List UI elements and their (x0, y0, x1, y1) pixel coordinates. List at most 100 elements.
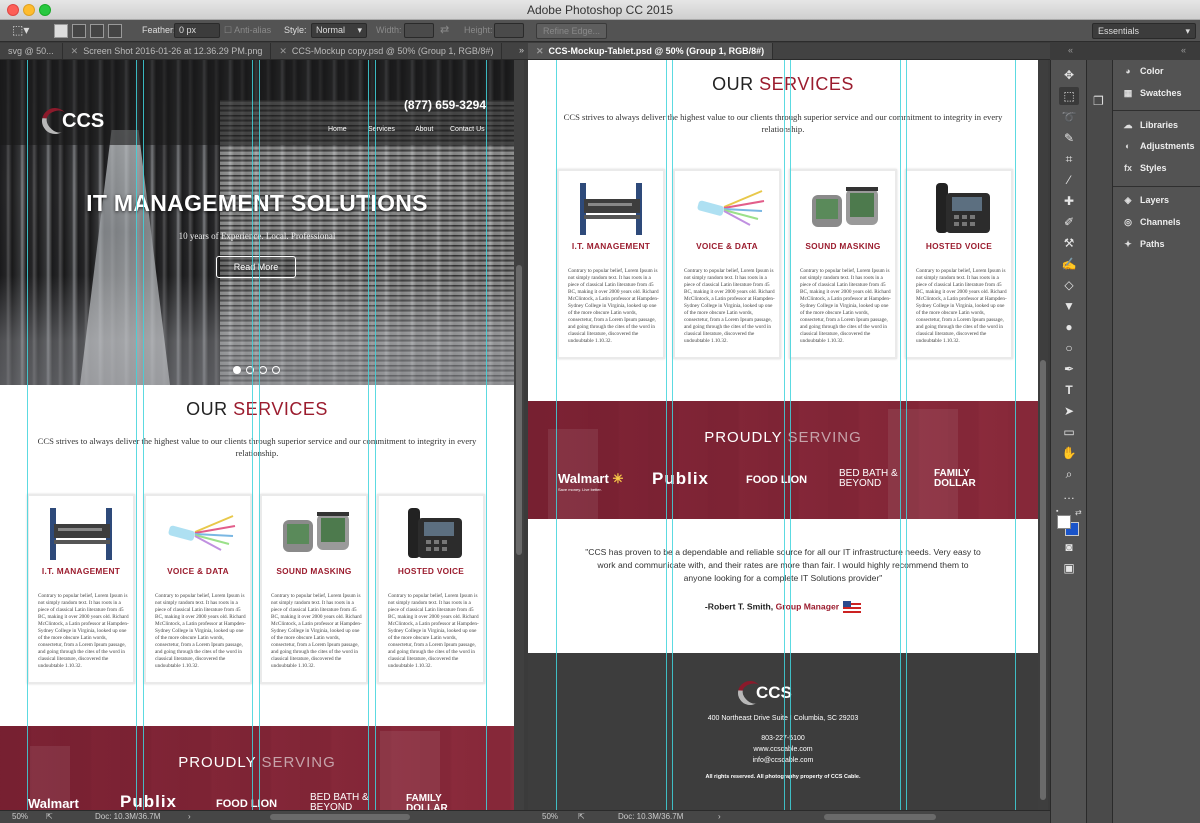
refine-edge-button[interactable]: Refine Edge... (536, 23, 608, 39)
style-select[interactable]: Normal ▾ (311, 23, 367, 38)
nav-services[interactable]: Services (368, 126, 395, 133)
toolbar-collapse[interactable]: « (1050, 43, 1086, 60)
nav-contact[interactable]: Contact Us (450, 126, 485, 133)
history-panel-icon[interactable]: ❐ (1093, 94, 1104, 108)
quick-select-tool-icon[interactable]: ✎ (1059, 129, 1079, 147)
status-menu-arrow-icon[interactable]: › (718, 812, 721, 821)
marquee-tool-icon[interactable]: ⬚ (1059, 87, 1079, 105)
left-document-canvas[interactable]: CCS (877) 659-3294 Home Services About C… (0, 60, 514, 810)
card-text: Contrary to popular belief, Lorem Ipsum … (800, 268, 891, 344)
panel-adjustments[interactable]: ◐ Adjustments (1121, 141, 1194, 159)
blur-tool-icon[interactable]: ● (1059, 318, 1079, 336)
hand-tool-icon[interactable]: ✋ (1059, 444, 1079, 462)
zoom-level[interactable]: 50% (12, 812, 28, 821)
panel-color[interactable]: ◕ Color (1121, 66, 1163, 84)
workspace-select[interactable]: Essentials ▾ (1092, 23, 1196, 39)
right-scrollbar[interactable] (1038, 60, 1048, 810)
antialias-checkbox[interactable]: ☐ Anti-alias (224, 25, 271, 36)
more-tools-icon[interactable]: … (1059, 486, 1079, 504)
footer-website[interactable]: www.ccscable.com (528, 746, 1038, 753)
swap-colors-icon[interactable]: ⇄ (1075, 508, 1082, 517)
width-input[interactable] (404, 23, 434, 38)
read-more-button[interactable]: Read More (216, 256, 296, 278)
tab-mockup-tablet[interactable]: ✕ CCS-Mockup-Tablet.psd @ 50% (Group 1, R… (528, 43, 774, 59)
zoom-level[interactable]: 50% (542, 812, 558, 821)
carousel-dot[interactable] (233, 366, 241, 374)
move-tool-icon[interactable]: ✥ (1059, 66, 1079, 84)
doc-size[interactable]: Doc: 10.3M/36.7M (95, 812, 160, 821)
close-icon[interactable]: ✕ (536, 46, 544, 56)
panel-layers[interactable]: ◈ Layers (1121, 195, 1170, 213)
site-phone[interactable]: (877) 659-3294 (404, 98, 486, 112)
scroll-thumb[interactable] (1040, 360, 1046, 800)
screen-mode-icon[interactable]: ▣ (1059, 559, 1079, 577)
quick-mask-icon[interactable]: ◙ (1059, 538, 1079, 556)
service-card-sound[interactable]: SOUND MASKING Contrary to popular belief… (789, 169, 897, 359)
rectangle-tool-icon[interactable]: ▭ (1059, 423, 1079, 441)
service-card-hosted[interactable]: HOSTED VOICE Contrary to popular belief,… (377, 494, 485, 684)
panel-libraries[interactable]: ☁ Libraries (1121, 120, 1179, 138)
collapse-icon[interactable]: « (1068, 45, 1073, 55)
healing-tool-icon[interactable]: ✚ (1059, 192, 1079, 210)
share-icon[interactable]: ⇱ (578, 812, 585, 821)
carousel-dot[interactable] (272, 366, 280, 374)
height-input[interactable] (494, 23, 524, 38)
panel-swatches[interactable]: ▦ Swatches (1121, 88, 1182, 106)
footer-email[interactable]: info@ccscable.com (528, 757, 1038, 764)
service-card-voice-data[interactable]: VOICE & DATA Contrary to popular belief,… (673, 169, 781, 359)
doc-size[interactable]: Doc: 10.3M/36.7M (618, 812, 683, 821)
panel-paths[interactable]: ✦ Paths (1121, 239, 1164, 257)
close-icon[interactable]: ✕ (71, 46, 79, 56)
serving-b: SERVING (787, 429, 862, 446)
close-icon[interactable]: ✕ (279, 46, 287, 56)
scroll-thumb[interactable] (516, 265, 522, 555)
paint-bucket-tool-icon[interactable]: ▼ (1059, 297, 1079, 315)
history-brush-tool-icon[interactable]: ✍ (1059, 255, 1079, 273)
new-selection-icon[interactable] (54, 24, 68, 38)
eraser-tool-icon[interactable]: ◇ (1059, 276, 1079, 294)
path-select-tool-icon[interactable]: ➤ (1059, 402, 1079, 420)
site-logo[interactable]: CCS (36, 102, 104, 140)
tab-overflow-icon[interactable]: » (519, 45, 524, 55)
collapse-icon[interactable]: « (1181, 45, 1186, 55)
pen-tool-icon[interactable]: ✒ (1059, 360, 1079, 378)
left-scrollbar[interactable] (514, 60, 524, 810)
subtract-selection-icon[interactable] (90, 24, 104, 38)
service-card-hosted[interactable]: HOSTED VOICE Contrary to popular belief,… (905, 169, 1013, 359)
service-card-it[interactable]: I.T. MANAGEMENT Contrary to popular beli… (27, 494, 135, 684)
intersect-selection-icon[interactable] (108, 24, 122, 38)
tab-screenshot[interactable]: ✕ Screen Shot 2016-01-26 at 12.36.29 PM.p… (63, 43, 272, 59)
dodge-tool-icon[interactable]: ○ (1059, 339, 1079, 357)
lasso-tool-icon[interactable]: ➰ (1059, 108, 1079, 126)
horizontal-scroll-thumb[interactable] (824, 814, 936, 820)
carousel-dot[interactable] (259, 366, 267, 374)
swap-icon[interactable]: ⇄ (440, 23, 449, 36)
foreground-color-swatch[interactable] (1057, 515, 1071, 529)
card-text: Contrary to popular belief, Lorem Ipsum … (684, 268, 775, 344)
right-document-canvas[interactable]: OUR SERVICES CCS strives to always deliv… (528, 60, 1038, 810)
footer-phone[interactable]: 803-227-5100 (528, 735, 1038, 742)
service-card-voice-data[interactable]: VOICE & DATA Contrary to popular belief,… (144, 494, 252, 684)
zoom-tool-icon[interactable]: ⌕ (1059, 465, 1079, 483)
service-card-sound[interactable]: SOUND MASKING Contrary to popular belief… (260, 494, 368, 684)
crop-tool-icon[interactable]: ⌗ (1059, 150, 1079, 168)
panel-styles[interactable]: fx Styles (1121, 163, 1167, 181)
nav-about[interactable]: About (415, 126, 433, 133)
tab-mockup-copy[interactable]: ✕ CCS-Mockup copy.psd @ 50% (Group 1, RGB… (271, 43, 503, 59)
panel-channels[interactable]: ◎ Channels (1121, 217, 1180, 235)
stamp-tool-icon[interactable]: ⚒ (1059, 234, 1079, 252)
carousel-dot[interactable] (246, 366, 254, 374)
service-card-it[interactable]: I.T. MANAGEMENT Contrary to popular beli… (557, 169, 665, 359)
horizontal-scroll-thumb[interactable] (270, 814, 410, 820)
brush-tool-icon[interactable]: ✐ (1059, 213, 1079, 231)
add-selection-icon[interactable] (72, 24, 86, 38)
status-menu-arrow-icon[interactable]: › (188, 812, 191, 821)
dock-collapse[interactable]: « (1086, 43, 1200, 60)
share-icon[interactable]: ⇱ (46, 812, 53, 821)
eyedropper-tool-icon[interactable]: ⁄ (1059, 171, 1079, 189)
type-tool-icon[interactable]: T (1059, 381, 1079, 399)
nav-home[interactable]: Home (328, 126, 347, 133)
marquee-preset-icon[interactable]: ⬚▾ (12, 23, 29, 37)
feather-input[interactable]: 0 px (174, 23, 220, 38)
tab-svg[interactable]: svg @ 50... (0, 43, 63, 59)
